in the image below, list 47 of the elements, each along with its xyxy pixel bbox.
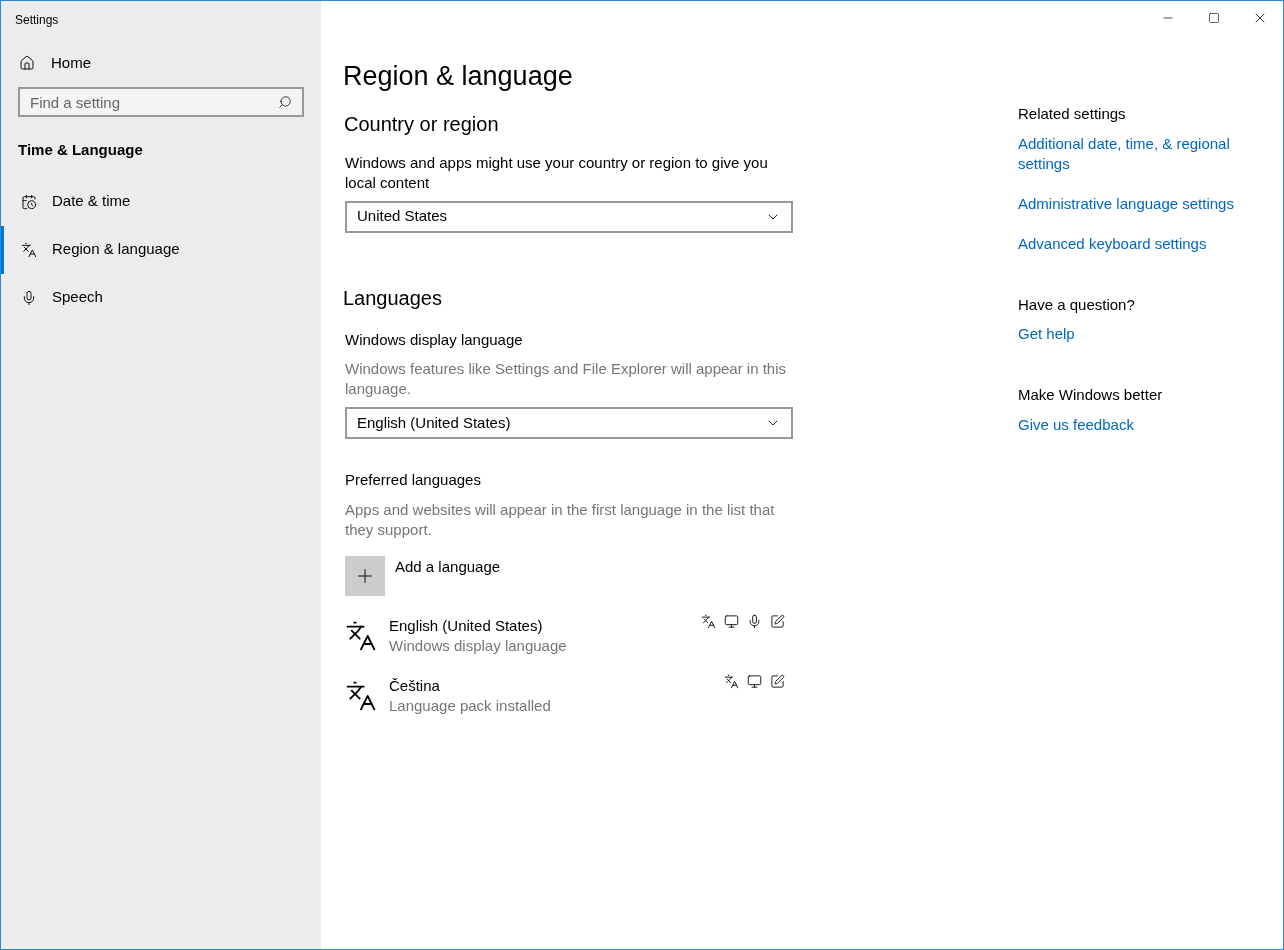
field-label: Windows display language [345, 329, 524, 350]
page-title: Region & language [343, 60, 574, 93]
monitor-icon [724, 613, 739, 629]
pen-square-icon [770, 613, 785, 629]
language-status: Windows display language [389, 635, 568, 656]
nav-item[interactable]: Date & time [1, 177, 321, 226]
language-status: Language pack installed [389, 695, 552, 716]
display-language-dropdown[interactable]: English (United States) [345, 407, 793, 439]
home-nav-item[interactable]: Home [1, 41, 321, 85]
monitor-icon [747, 673, 762, 689]
add-language-button[interactable]: Add a language [345, 555, 1001, 596]
settings-link[interactable]: Administrative language settings [1018, 193, 1258, 214]
language-icon [724, 673, 739, 689]
country-dropdown[interactable]: United States [345, 200, 793, 233]
section-heading: Languages [343, 285, 443, 311]
language-icon [345, 619, 377, 652]
settings-link[interactable]: Get help [1018, 324, 1258, 344]
search-field[interactable]: Find a setting [18, 87, 304, 117]
microphone-icon [747, 613, 762, 629]
settings-link[interactable]: Additional date, time, & regional settings [1018, 133, 1258, 174]
language-icon [21, 241, 37, 258]
description-text: Windows and apps might use your country or region to give you local content [345, 152, 769, 193]
language-name: Čeština [389, 675, 441, 696]
related-heading: Have a question? [1018, 294, 1136, 315]
pen-square-icon [770, 673, 785, 689]
home-icon [19, 55, 35, 71]
description-text: Apps and websites will appear in the first language in the list that they support. [345, 499, 776, 540]
related-heading: Related settings [1018, 104, 1127, 124]
related-heading: Make Windows better [1018, 385, 1164, 405]
nav-item[interactable]: Region & language [1, 225, 321, 274]
maximize-icon [1208, 12, 1220, 24]
language-icon [345, 679, 377, 712]
section-heading: Country or region [344, 111, 500, 137]
language-item[interactable]: English (United States) Windows display language [345, 615, 793, 656]
settings-link[interactable]: Advanced keyboard settings [1018, 233, 1258, 254]
window-title: Settings [14, 12, 60, 29]
settings-link[interactable]: Give us feedback [1018, 414, 1258, 435]
language-icon [701, 613, 716, 629]
field-label: Preferred languages [345, 470, 482, 490]
section-heading: Time & Language [17, 140, 144, 160]
language-name: English (United States) [389, 615, 544, 636]
calendar-clock-icon [21, 193, 37, 210]
language-item[interactable]: Čeština Language pack installed [345, 675, 793, 716]
description-text: Windows features like Settings and File Explorer will appear in this language. [345, 359, 788, 399]
microphone-icon [21, 289, 37, 306]
nav-item[interactable]: Speech [1, 273, 321, 322]
search-icon [278, 95, 292, 109]
